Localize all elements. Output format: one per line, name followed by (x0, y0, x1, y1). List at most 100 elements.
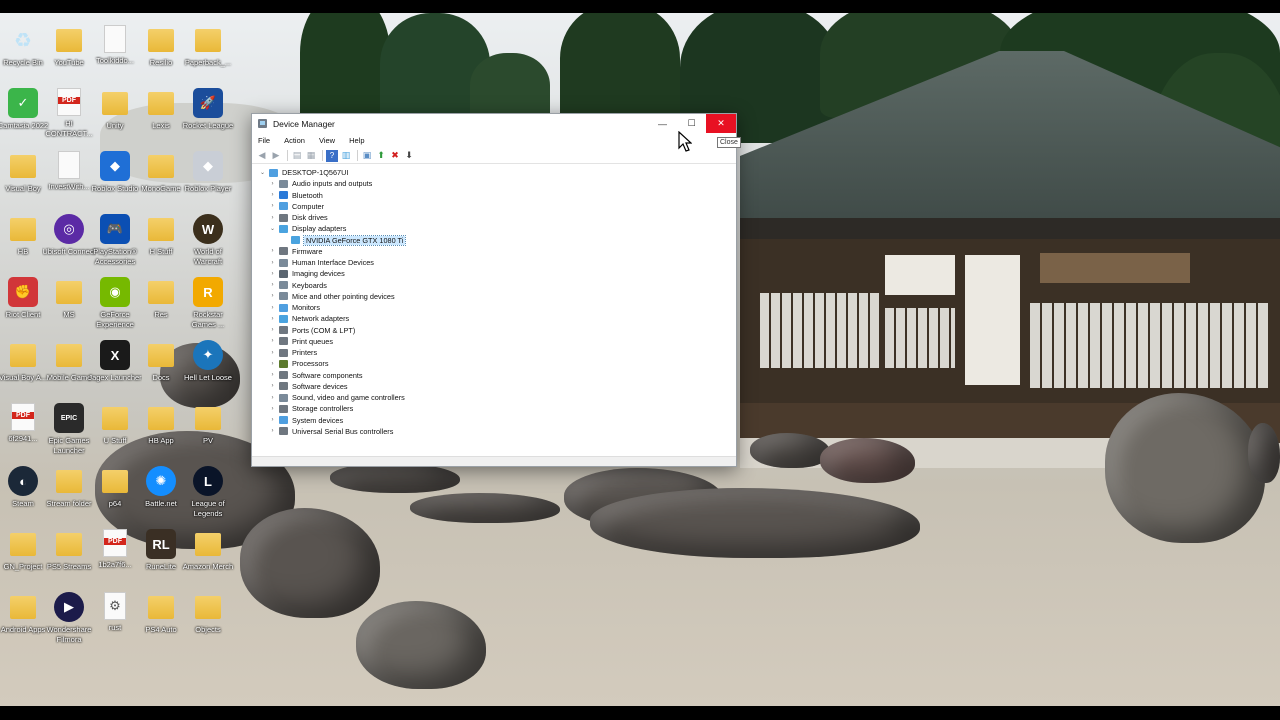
desktop-icon[interactable]: Lexis (136, 88, 186, 131)
help-icon[interactable]: ? (326, 149, 338, 162)
tree-category[interactable]: › Bluetooth (252, 190, 736, 201)
menu-view[interactable]: View (319, 136, 335, 145)
desktop-icon[interactable]: ✊ Riot Client (0, 277, 48, 320)
expand-arrow-icon[interactable]: › (268, 181, 277, 187)
desktop-icon[interactable]: ◐ Steam (0, 466, 48, 509)
device-manager-window[interactable]: Device Manager — ☐ ✕ File Action View He… (251, 113, 737, 467)
menu-file[interactable]: File (258, 136, 270, 145)
desktop-icon[interactable]: Paperback_... (183, 25, 233, 68)
desktop-icon[interactable]: MS (44, 277, 94, 320)
tree-category[interactable]: › Disk drives (252, 212, 736, 223)
desktop-icon[interactable]: Objects (183, 592, 233, 635)
desktop-icon[interactable]: ◆ Roblox Player (183, 151, 233, 194)
desktop-icon[interactable]: Unity (90, 88, 140, 131)
tree-category[interactable]: › Printers (252, 347, 736, 358)
expand-arrow-icon[interactable]: › (268, 383, 277, 389)
desktop-icon[interactable]: Android Apps (0, 592, 48, 635)
collapse-arrow-icon[interactable]: ⌄ (268, 225, 277, 232)
desktop-icon[interactable]: Mobile Game (44, 340, 94, 383)
desktop-icon[interactable]: Toolkiddo... (90, 25, 140, 66)
tree-category[interactable]: › Human Interface Devices (252, 257, 736, 268)
expand-arrow-icon[interactable]: › (268, 395, 277, 401)
expand-arrow-icon[interactable]: › (268, 417, 277, 423)
expand-arrow-icon[interactable]: › (268, 361, 277, 367)
expand-arrow-icon[interactable]: › (268, 327, 277, 333)
desktop-icon[interactable]: R Rockstar Games ... (183, 277, 233, 330)
expand-arrow-icon[interactable]: › (268, 372, 277, 378)
device-tree[interactable]: ⌄ DESKTOP-1Q567UI › Audio inputs and output… (252, 165, 736, 456)
update-driver-icon[interactable]: ⬆ (375, 150, 387, 162)
desktop-icon[interactable]: ◆ Roblox Studio (90, 151, 140, 194)
scan-hardware-icon[interactable]: ▣ (361, 150, 373, 162)
desktop-icon[interactable]: RL RuneLite (136, 529, 186, 572)
expand-arrow-icon[interactable]: › (268, 350, 277, 356)
tree-category[interactable]: › System devices (252, 415, 736, 426)
desktop-icon[interactable]: InvestWith... (44, 151, 94, 192)
tree-category[interactable]: › Imaging devices (252, 268, 736, 279)
desktop-icon[interactable]: PV (183, 403, 233, 446)
desktop-icon[interactable]: 🎮 PlayStation® Accessories (90, 214, 140, 267)
back-icon[interactable]: ◀ (256, 150, 268, 162)
menu-action[interactable]: Action (284, 136, 305, 145)
desktop-icon[interactable]: HB (0, 214, 48, 257)
properties-icon[interactable]: ▦ (305, 150, 317, 162)
tree-device[interactable]: NVIDIA GeForce GTX 1080 Ti (252, 234, 736, 246)
tree-category[interactable]: › Storage controllers (252, 403, 736, 414)
collapse-arrow-icon[interactable]: ⌄ (258, 169, 267, 176)
desktop-icon[interactable]: p64 (90, 466, 140, 509)
tree-root[interactable]: ⌄ DESKTOP-1Q567UI (252, 167, 736, 178)
desktop-icon[interactable]: MonoGame (136, 151, 186, 194)
expand-arrow-icon[interactable]: › (268, 428, 277, 434)
title-bar[interactable]: Device Manager — ☐ ✕ (252, 114, 736, 133)
desktop-icon[interactable]: PDF 1b2a7f6... (90, 529, 140, 570)
desktop-icon[interactable]: Visual Boy (0, 151, 48, 194)
desktop-icon[interactable]: ✺ Battle.net (136, 466, 186, 509)
expand-arrow-icon[interactable]: › (268, 305, 277, 311)
tree-category[interactable]: › Keyboards (252, 280, 736, 291)
expand-arrow-icon[interactable]: › (268, 248, 277, 254)
desktop-icon[interactable]: H Stuff (136, 214, 186, 257)
tree-category[interactable]: › Sound, video and game controllers (252, 392, 736, 403)
expand-arrow-icon[interactable]: › (268, 260, 277, 266)
desktop-icon[interactable]: W World of Warcraft (183, 214, 233, 267)
expand-arrow-icon[interactable]: › (268, 271, 277, 277)
desktop-icon[interactable]: ♻ Recycle Bin (0, 25, 48, 68)
desktop-icon[interactable]: ⚙ rust (90, 592, 140, 633)
tree-category[interactable]: › Software components (252, 370, 736, 381)
expand-arrow-icon[interactable]: › (268, 192, 277, 198)
tree-category[interactable]: › Universal Serial Bus controllers (252, 426, 736, 437)
tree-category[interactable]: › Ports (COM & LPT) (252, 325, 736, 336)
desktop-icon[interactable]: ◎ Ubisoft Connect (42, 214, 96, 257)
desktop-icon[interactable]: ◉ GeForce Experience (90, 277, 140, 330)
desktop-icon[interactable]: GN_Project (0, 529, 48, 572)
expand-arrow-icon[interactable]: › (268, 203, 277, 209)
tree-category[interactable]: › Firmware (252, 246, 736, 257)
desktop-icon[interactable]: PS5 Streams (44, 529, 94, 572)
tree-category[interactable]: › Network adapters (252, 313, 736, 324)
desktop-icon[interactable]: PDF HI CONTRACT... (44, 88, 94, 139)
close-button[interactable]: ✕ (706, 114, 736, 133)
desktop-icon[interactable]: Stream folder (44, 466, 94, 509)
uninstall-device-icon[interactable]: ✖ (389, 150, 401, 162)
desktop-icon[interactable]: ✦ Hell Let Loose (183, 340, 233, 383)
desktop-icon[interactable]: EPIC Epic Games Launcher (44, 403, 94, 456)
tree-category[interactable]: › Print queues (252, 336, 736, 347)
menu-help[interactable]: Help (349, 136, 364, 145)
minimize-button[interactable]: — (648, 114, 677, 133)
expand-arrow-icon[interactable]: › (268, 316, 277, 322)
tree-category[interactable]: › Audio inputs and outputs (252, 178, 736, 189)
expand-arrow-icon[interactable]: › (268, 215, 277, 221)
desktop-icon[interactable]: PDF 6f2941... (0, 403, 48, 444)
desktop-icon[interactable]: L League of Legends (183, 466, 233, 519)
tree-category[interactable]: › Computer (252, 201, 736, 212)
desktop-icon[interactable]: Visual Boy A... (0, 340, 48, 383)
desktop-icon[interactable]: Docs (136, 340, 186, 383)
desktop-icon[interactable]: 🚀 Rocket League (183, 88, 233, 131)
desktop-icon[interactable]: ✓ Camtasia 2022 (0, 88, 48, 131)
desktop-icon[interactable]: X Jagex Launcher (88, 340, 142, 383)
desktop-icon[interactable]: HB App (136, 403, 186, 446)
desktop-icon[interactable]: Resilio (136, 25, 186, 68)
tree-category[interactable]: › Monitors (252, 302, 736, 313)
expand-arrow-icon[interactable]: › (268, 282, 277, 288)
desktop-icon[interactable]: YouTube (44, 25, 94, 68)
